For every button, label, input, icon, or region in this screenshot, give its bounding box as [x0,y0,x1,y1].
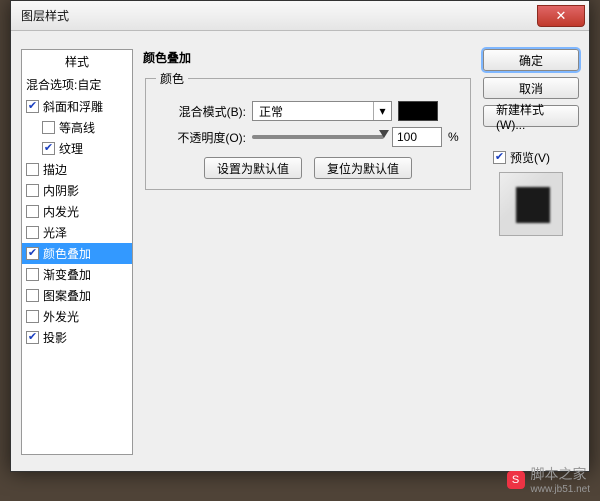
opacity-row: 不透明度(O): 100 % [156,127,460,147]
style-checkbox[interactable] [26,184,39,197]
style-item[interactable]: 斜面和浮雕 [22,96,132,117]
layer-style-dialog: 图层样式 ✕ 样式 混合选项:自定 斜面和浮雕等高线纹理描边内阴影内发光光泽颜色… [10,0,590,472]
style-item[interactable]: 等高线 [22,117,132,138]
defaults-button-row: 设置为默认值 复位为默认值 [156,157,460,179]
section-title: 颜色叠加 [143,49,473,66]
style-checkbox[interactable] [26,163,39,176]
blending-options-row[interactable]: 混合选项:自定 [22,73,132,96]
new-style-button[interactable]: 新建样式(W)... [483,105,579,127]
color-group: 颜色 混合模式(B): 正常 ▾ 不透明度(O): 100 % [145,70,471,190]
right-column: 确定 取消 新建样式(W)... 预览(V) [473,49,579,455]
style-item-label: 渐变叠加 [43,266,91,283]
style-checkbox[interactable] [26,205,39,218]
opacity-slider-thumb[interactable] [379,130,389,138]
style-checkbox[interactable] [26,247,39,260]
preview-thumbnail [499,172,563,236]
style-item[interactable]: 渐变叠加 [22,264,132,285]
style-checkbox[interactable] [26,331,39,344]
title-bar: 图层样式 ✕ [11,1,589,31]
style-item-label: 纹理 [59,140,83,157]
style-item[interactable]: 颜色叠加 [22,243,132,264]
dialog-client-area: 样式 混合选项:自定 斜面和浮雕等高线纹理描边内阴影内发光光泽颜色叠加渐变叠加图… [11,31,589,471]
make-default-button[interactable]: 设置为默认值 [204,157,302,179]
blend-mode-value: 正常 [253,103,373,120]
preview-checkbox-row[interactable]: 预览(V) [493,149,579,166]
overlay-color-swatch[interactable] [398,101,438,121]
chevron-down-icon: ▾ [373,102,391,120]
preview-area: 预览(V) [483,141,579,236]
preview-label: 预览(V) [510,149,550,166]
opacity-unit: % [448,130,459,144]
style-item[interactable]: 纹理 [22,138,132,159]
style-item[interactable]: 投影 [22,327,132,348]
watermark: S 脚本之家 www.jb51.net [507,464,590,495]
style-checkbox[interactable] [26,268,39,281]
style-checkbox[interactable] [26,100,39,113]
opacity-slider[interactable] [252,135,384,139]
window-close-button[interactable]: ✕ [537,5,585,27]
opacity-label: 不透明度(O): [156,129,252,146]
blend-mode-dropdown[interactable]: 正常 ▾ [252,101,392,121]
style-checkbox[interactable] [26,310,39,323]
ok-button[interactable]: 确定 [483,49,579,71]
style-item-label: 内发光 [43,203,79,220]
style-item-label: 颜色叠加 [43,245,91,262]
style-item[interactable]: 图案叠加 [22,285,132,306]
style-item-label: 外发光 [43,308,79,325]
blend-mode-row: 混合模式(B): 正常 ▾ [156,101,460,121]
styles-list: 斜面和浮雕等高线纹理描边内阴影内发光光泽颜色叠加渐变叠加图案叠加外发光投影 [22,96,132,348]
opacity-input[interactable]: 100 [392,127,442,147]
style-checkbox[interactable] [42,142,55,155]
style-checkbox[interactable] [26,226,39,239]
style-item-label: 描边 [43,161,67,178]
style-item-label: 光泽 [43,224,67,241]
style-checkbox[interactable] [26,289,39,302]
style-item-label: 投影 [43,329,67,346]
blend-mode-label: 混合模式(B): [156,103,252,120]
styles-heading: 样式 [22,50,132,73]
color-group-legend: 颜色 [156,70,188,87]
style-item[interactable]: 描边 [22,159,132,180]
cancel-button[interactable]: 取消 [483,77,579,99]
style-item-label: 图案叠加 [43,287,91,304]
style-item-label: 等高线 [59,119,95,136]
style-item-label: 斜面和浮雕 [43,98,103,115]
style-item[interactable]: 内阴影 [22,180,132,201]
style-checkbox[interactable] [42,121,55,134]
style-item[interactable]: 内发光 [22,201,132,222]
watermark-text: 脚本之家 [531,464,590,484]
reset-default-button[interactable]: 复位为默认值 [314,157,412,179]
window-title: 图层样式 [21,7,537,24]
style-item-label: 内阴影 [43,182,79,199]
style-item[interactable]: 光泽 [22,222,132,243]
styles-panel: 样式 混合选项:自定 斜面和浮雕等高线纹理描边内阴影内发光光泽颜色叠加渐变叠加图… [21,49,133,455]
preview-checkbox[interactable] [493,151,506,164]
watermark-url: www.jb51.net [531,484,590,495]
center-pane: 颜色叠加 颜色 混合模式(B): 正常 ▾ 不透明度(O): 100 [133,49,473,455]
style-item[interactable]: 外发光 [22,306,132,327]
watermark-logo-icon: S [507,471,525,489]
